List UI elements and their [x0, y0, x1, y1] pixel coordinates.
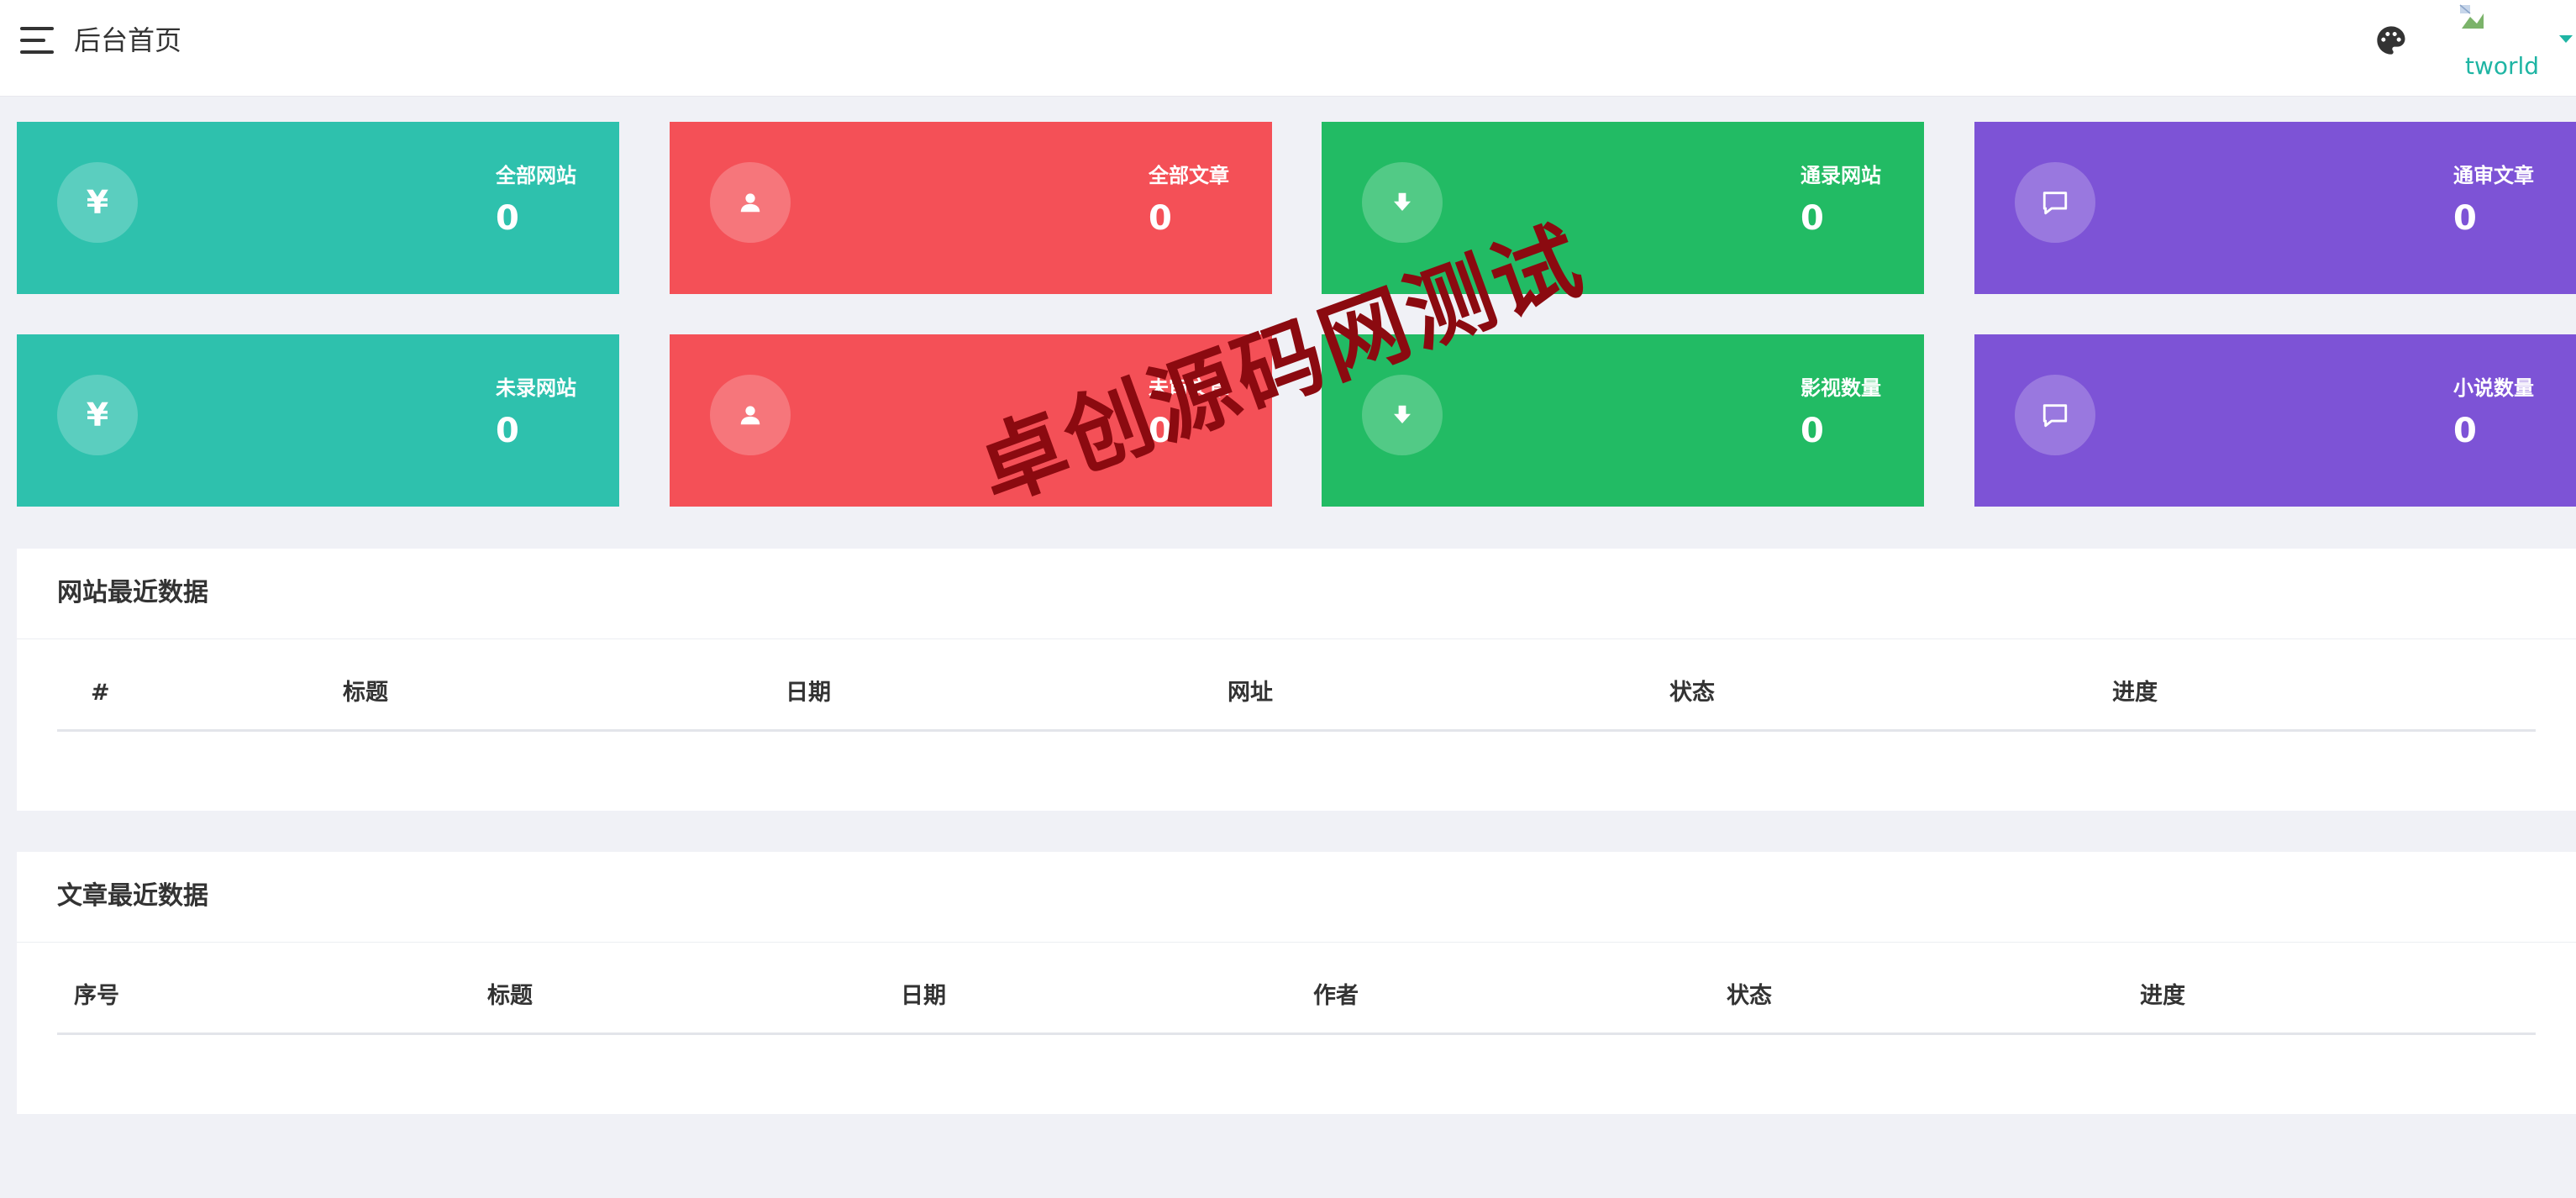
user-icon [710, 162, 791, 243]
comment-icon [2015, 375, 2095, 455]
broken-image-icon [2459, 4, 2484, 29]
stat-card-label: 全部网站 [496, 164, 576, 187]
column-header: 序号 [74, 983, 119, 1009]
column-header: 日期 [901, 983, 946, 1009]
column-header: 日期 [786, 680, 831, 706]
page-title: 后台首页 [74, 24, 182, 56]
stat-card-value: 0 [1801, 412, 1824, 450]
stat-card-all-articles[interactable]: 全部文章 0 [670, 122, 1272, 294]
hamburger-menu-icon[interactable] [20, 25, 57, 55]
user-name: tworld [2465, 52, 2537, 80]
user-icon [710, 375, 791, 455]
column-header: 进度 [2140, 983, 2185, 1009]
panel-title: 文章最近数据 [57, 881, 208, 911]
stat-card-all-sites[interactable]: ¥ 全部网站 0 [17, 122, 619, 294]
yen-icon: ¥ [57, 375, 138, 455]
stat-card-label: 通录网站 [1801, 164, 1881, 187]
stat-card-value: 0 [496, 199, 519, 238]
stat-card-approved-articles[interactable]: 通审文章 0 [1974, 122, 2576, 294]
palette-icon[interactable] [2374, 24, 2408, 57]
stat-card-novel-count[interactable]: 小说数量 0 [1974, 334, 2576, 507]
column-header: 状态 [1669, 680, 1715, 706]
stat-card-label: 全部文章 [1149, 164, 1229, 187]
stat-card-label: 小说数量 [2453, 376, 2534, 400]
column-header: # [91, 680, 110, 706]
column-header: 标题 [487, 983, 533, 1009]
column-header: 进度 [2112, 680, 2158, 706]
panel-title: 网站最近数据 [57, 578, 208, 607]
divider [17, 638, 2576, 639]
stat-card-unrecorded-sites[interactable]: ¥ 未录网站 0 [17, 334, 619, 507]
yen-icon: ¥ [57, 162, 138, 243]
comment-icon [2015, 162, 2095, 243]
column-header: 作者 [1313, 983, 1359, 1009]
stat-card-value: 0 [1801, 199, 1824, 238]
table-header-row: 序号 标题 日期 作者 状态 进度 [57, 980, 2536, 1035]
download-arrow-icon [1362, 162, 1443, 243]
column-header: 网址 [1228, 680, 1273, 706]
table-header-row: # 标题 日期 网址 状态 进度 [57, 676, 2536, 732]
article-recent-data-panel: 文章最近数据 序号 标题 日期 作者 状态 进度 [17, 852, 2576, 1114]
stat-card-label: 通审文章 [2453, 164, 2534, 187]
stat-card-label: 影视数量 [1801, 376, 1881, 400]
stat-card-value: 0 [2453, 199, 2477, 238]
stat-card-value: 0 [496, 412, 519, 450]
stat-card-label: 未录网站 [496, 376, 576, 400]
top-header: 后台首页 tworld [0, 0, 2576, 97]
user-avatar[interactable]: tworld [2457, 3, 2558, 87]
chevron-down-icon[interactable] [2559, 35, 2573, 43]
download-arrow-icon [1362, 375, 1443, 455]
site-recent-data-panel: 网站最近数据 # 标题 日期 网址 状态 进度 [17, 549, 2576, 811]
column-header: 标题 [343, 680, 388, 706]
divider [17, 942, 2576, 943]
stat-card-value: 0 [2453, 412, 2477, 450]
stat-card-value: 0 [1149, 199, 1172, 238]
column-header: 状态 [1727, 983, 1772, 1009]
